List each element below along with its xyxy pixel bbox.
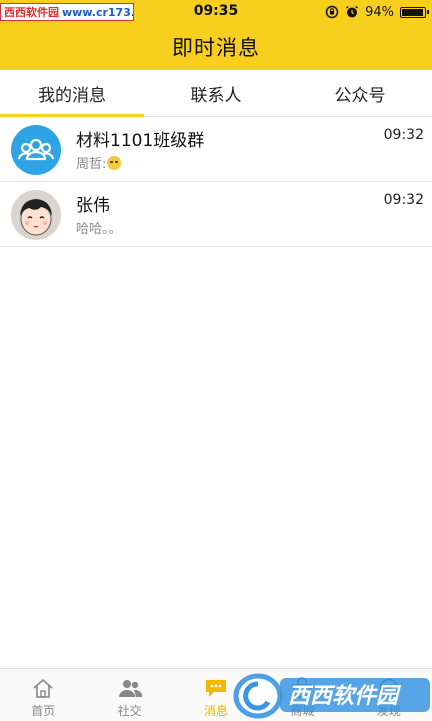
status-bar: 西西软件园 www.cr173.com 09:35 94% [0,0,432,24]
tab-my-messages[interactable]: 我的消息 [0,70,144,117]
rotation-lock-icon [325,5,339,19]
conversation-name: 材料1101班级群 [76,131,205,151]
list-item[interactable]: 张伟 哈哈。。 09:32 [0,182,432,247]
battery-icon [400,6,429,18]
battery-percent: 94% [365,4,394,20]
status-right-icons: 94% [325,3,429,21]
tab-official-accounts[interactable]: 公众号 [288,70,432,116]
tabbar-home[interactable]: 首页 [0,669,86,721]
smiley-emoji-icon [107,156,122,170]
tabbar-label: 社交 [117,704,142,718]
list-item[interactable]: 材料1101班级群 周哲: 09:32 [0,117,432,182]
conversation-time: 09:32 [383,192,424,208]
segment-tabs: 我的消息 联系人 公众号 [0,70,432,117]
page-title: 即时消息 [172,36,260,60]
conversation-time: 09:32 [383,127,424,143]
conversation-name: 张伟 [76,196,110,216]
tab-contacts[interactable]: 联系人 [144,70,288,116]
svg-text:西西软件园: 西西软件园 [288,684,402,709]
watermark-logo-icon: 西西软件园 [233,673,430,719]
chat-bubble-icon [206,680,227,697]
conversation-preview: 周哲: [76,153,122,172]
watermark-logo: 西西软件园 [232,672,432,720]
home-icon [33,678,53,698]
people-icon [118,680,142,697]
preview-text: 周哲: [76,157,107,172]
group-avatar [11,125,61,175]
tabbar-label: 首页 [31,704,56,718]
battery-fill [402,8,423,16]
group-icon [17,138,55,161]
tabbar-label: 消息 [204,704,229,718]
conversation-preview: 哈哈。。 [76,222,122,237]
message-list: 材料1101班级群 周哲: 09:32 张伟 哈哈。。 09:32 [0,117,432,247]
nav-bar: 即时消息 [0,24,432,70]
cartoon-face-avatar [20,199,52,236]
contact-avatar [11,190,61,240]
tabbar-social[interactable]: 社交 [86,669,172,721]
alarm-icon [346,5,359,18]
